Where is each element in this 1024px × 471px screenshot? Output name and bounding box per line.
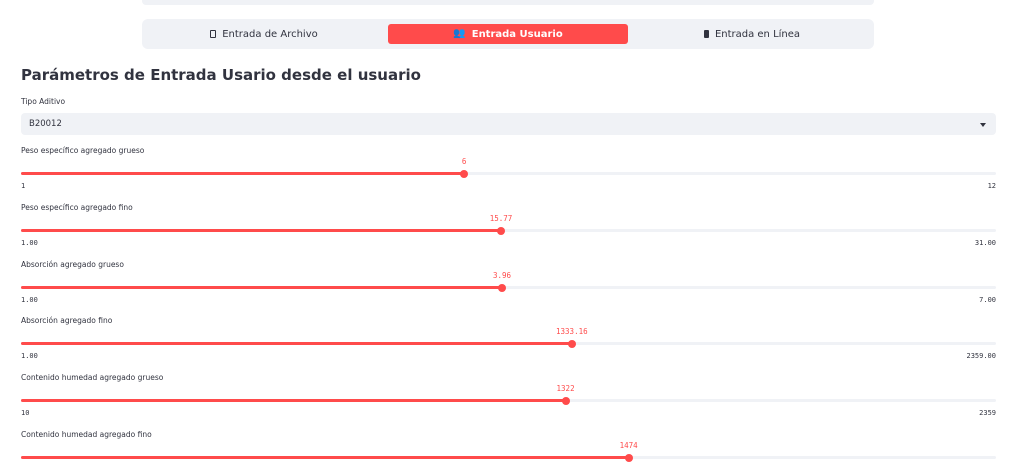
slider-max-value: 2359.00	[966, 352, 996, 360]
slider-min-value: 10	[21, 409, 30, 417]
slider-label: Contenido humedad agregado fino	[21, 430, 152, 439]
slider-fill	[21, 229, 502, 232]
slider-max-value: 7.00	[979, 296, 996, 304]
slider-min-value: 1.00	[21, 296, 38, 304]
slider-current-value: 15.77	[489, 214, 513, 223]
top-divider	[142, 0, 874, 5]
chevron-down-icon[interactable]	[980, 123, 986, 127]
slider[interactable]: 6 1 12	[21, 157, 996, 190]
slider-fill	[21, 172, 465, 175]
slider-label: Absorción agregado fino	[21, 316, 113, 325]
slider-label: Peso específico agregado fino	[21, 203, 133, 212]
slider-current-value: 1474	[619, 441, 638, 450]
slider-label: Absorción agregado grueso	[21, 260, 124, 269]
slider-thumb[interactable]	[561, 396, 570, 405]
slider-min-value: 1.00	[21, 352, 38, 360]
slider-min-value: 1.00	[21, 239, 38, 247]
tab-label: Entrada de Archivo	[222, 28, 318, 40]
slider-max-value: 12	[987, 182, 996, 190]
tipo-aditivo-label: Tipo Aditivo	[21, 97, 66, 106]
tab-label: Entrada en Línea	[714, 28, 801, 40]
slider[interactable]: 15.77 1.00 31.00	[21, 214, 996, 247]
tab-entrada-archivo[interactable]: Entrada de Archivo	[142, 24, 386, 44]
slider[interactable]: 1333.16 1.00 2359.00	[21, 327, 996, 360]
slider[interactable]: 3.96 1.00 7.00	[21, 271, 996, 304]
slider-thumb[interactable]	[567, 339, 576, 348]
tab-entrada-en-linea[interactable]: Entrada en Línea	[630, 24, 874, 44]
slider-current-value: 1322	[556, 384, 575, 393]
tab-entrada-usuario[interactable]: 👥 Entrada Usuario	[388, 24, 628, 44]
slider-current-value: 1333.16	[556, 327, 588, 336]
slider-thumb[interactable]	[624, 453, 633, 462]
tipo-aditivo-select[interactable]: B20012	[21, 113, 996, 135]
slider-min-value: 1	[21, 182, 26, 190]
slider-current-value: 6	[461, 157, 467, 166]
document-icon	[210, 30, 217, 38]
slider-thumb[interactable]	[497, 226, 506, 235]
tipo-aditivo-value: B20012	[29, 119, 62, 129]
slider[interactable]: 1322 10 2359	[21, 384, 996, 417]
slider-label: Peso específico agregado grueso	[21, 146, 145, 155]
input-mode-tabs: Entrada de Archivo 👥 Entrada Usuario Ent…	[142, 19, 874, 49]
section-title: Parámetros de Entrada Usario desde el us…	[21, 66, 421, 84]
slider-max-value: 2359	[979, 409, 996, 417]
phone-icon	[703, 30, 709, 38]
slider-label: Contenido humedad agregado grueso	[21, 373, 164, 382]
slider-thumb[interactable]	[497, 283, 506, 292]
slider-fill	[21, 399, 566, 402]
slider-thumb[interactable]	[460, 169, 469, 178]
slider-fill	[21, 342, 572, 345]
slider-fill	[21, 286, 502, 289]
slider-current-value: 3.96	[492, 271, 512, 280]
tab-label: Entrada Usuario	[471, 28, 563, 40]
users-icon: 👥	[453, 28, 466, 39]
slider[interactable]: 1474	[21, 441, 996, 471]
slider-max-value: 31.00	[974, 239, 996, 247]
